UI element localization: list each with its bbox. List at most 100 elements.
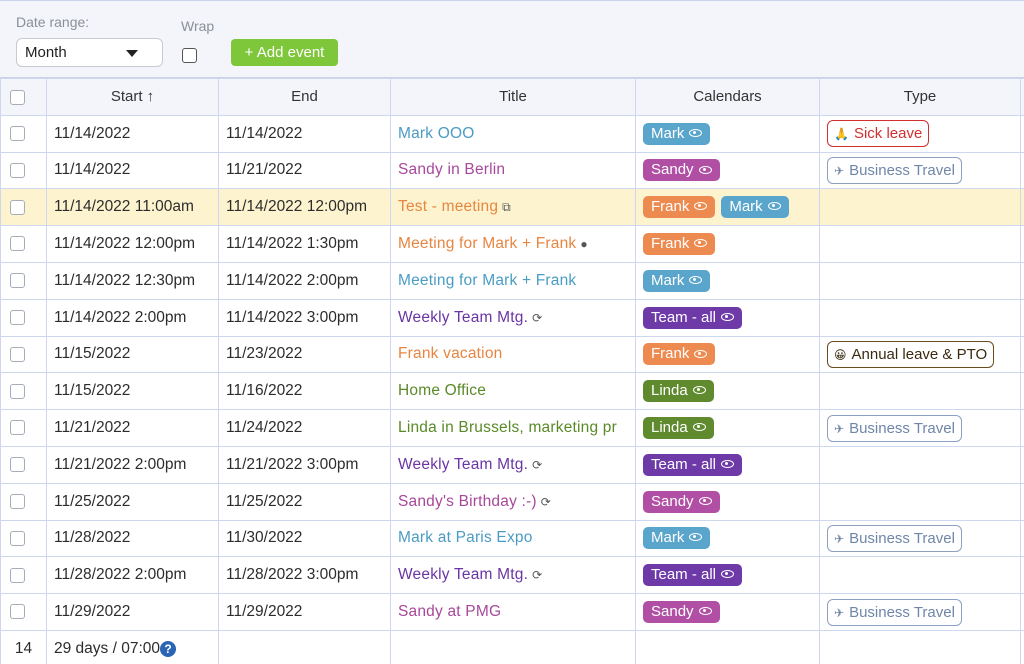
event-title-link[interactable]: Frank vacation — [398, 345, 502, 362]
table-row[interactable]: 11/29/2022 11/29/2022 Sandy at PMG Sandy ✈ Bu… — [0, 593, 1024, 631]
table-row[interactable]: 11/15/2022 11/23/2022 Frank vacation Frank 😀… — [0, 335, 1024, 374]
row-select-cell — [0, 409, 47, 447]
praying-hands-icon: 🙏 — [834, 127, 849, 142]
type-badge[interactable]: ✈ Business Travel — [827, 524, 962, 552]
calendar-badge-label: Linda — [651, 382, 688, 400]
event-title-link[interactable]: Weekly Team Mtg. — [398, 456, 528, 473]
end-cell: 11/14/2022 2:00pm — [218, 261, 391, 300]
eye-icon — [694, 349, 708, 358]
calendar-badge[interactable]: Mark — [643, 527, 711, 550]
calendar-badge[interactable]: Mark — [643, 122, 711, 145]
calendar-badge[interactable]: Team - all — [643, 564, 743, 587]
table-row[interactable]: 11/15/2022 11/16/2022 Home Office Linda — [0, 372, 1024, 411]
event-title-link[interactable]: Mark at Paris Expo — [398, 529, 533, 546]
event-title-link[interactable]: Mark OOO — [398, 125, 475, 142]
footer-row: 14 29 days / 07:00? — [0, 629, 1024, 664]
table-row[interactable]: 11/14/2022 12:30pm 11/14/2022 2:00pm Meeti… — [0, 261, 1024, 300]
type-cell — [819, 298, 1021, 337]
airplane-icon: ✈ — [834, 605, 845, 620]
event-title-link[interactable]: Sandy's Birthday :-) — [398, 493, 537, 510]
calendar-badge[interactable]: Sandy — [643, 159, 720, 182]
type-cell: ✈ Business Travel — [819, 151, 1021, 190]
row-checkbox[interactable] — [10, 383, 25, 399]
event-title-link[interactable]: Home Office — [398, 382, 486, 399]
table-row[interactable]: 11/28/2022 2:00pm 11/28/2022 3:00pm Weekly… — [0, 556, 1024, 595]
wrap-checkbox[interactable] — [182, 48, 197, 63]
extra-cell — [1020, 519, 1024, 558]
event-title-link[interactable]: Sandy in Berlin — [398, 161, 505, 178]
help-icon[interactable]: ? — [160, 640, 176, 657]
footer-summary: 29 days / 07:00 — [54, 639, 160, 657]
calendar-badge[interactable]: Mark — [721, 196, 789, 219]
table-row[interactable]: 11/14/2022 2:00pm 11/14/2022 3:00pm Weekly… — [0, 298, 1024, 337]
row-checkbox[interactable] — [10, 346, 25, 362]
row-checkbox[interactable] — [10, 162, 25, 178]
start-cell: 11/14/2022 2:00pm — [46, 298, 219, 337]
row-checkbox[interactable] — [10, 457, 25, 473]
table-row[interactable]: 11/21/2022 2:00pm 11/21/2022 3:00pm Weekly… — [0, 445, 1024, 484]
event-title-link[interactable]: Sandy at PMG — [398, 603, 501, 620]
column-header-calendars[interactable]: Calendars — [635, 78, 820, 116]
row-checkbox[interactable] — [10, 199, 25, 215]
extra-cell — [1020, 593, 1024, 631]
row-select-cell — [0, 151, 47, 190]
extra-cell — [1020, 482, 1024, 521]
column-header-start[interactable]: Start ↑ — [46, 78, 219, 116]
type-badge[interactable]: 🙏 Sick leave — [827, 120, 930, 148]
row-select-cell — [0, 188, 47, 227]
table-row[interactable]: 11/14/2022 11/21/2022 Sandy in Berlin Sandy… — [0, 151, 1024, 190]
calendar-badge[interactable]: Linda — [643, 417, 714, 440]
table-row[interactable]: 11/28/2022 11/30/2022 Mark at Paris Expo Ma… — [0, 519, 1024, 558]
eye-icon — [689, 275, 703, 284]
row-select-cell — [0, 593, 47, 631]
type-badge[interactable]: ✈ Business Travel — [827, 156, 962, 184]
row-checkbox[interactable] — [10, 236, 25, 252]
extra-cell — [1020, 261, 1024, 300]
row-select-cell — [0, 482, 47, 521]
table-row[interactable]: 11/21/2022 11/24/2022 Linda in Brussels, m… — [0, 409, 1024, 447]
add-event-button[interactable]: + Add event — [231, 39, 338, 66]
row-checkbox[interactable] — [10, 530, 25, 546]
date-range-select[interactable]: Month — [16, 38, 163, 67]
footer-empty — [1020, 629, 1024, 664]
event-title-link[interactable]: Weekly Team Mtg. — [398, 309, 528, 326]
type-badge[interactable]: 😀 Annual leave & PTO — [827, 340, 995, 368]
end-cell: 11/16/2022 — [218, 372, 391, 411]
table-row[interactable]: 11/14/2022 11/14/2022 Mark OOO Mark 🙏 Sick le… — [0, 114, 1024, 153]
select-all-checkbox[interactable] — [10, 89, 25, 105]
column-header-end[interactable]: End — [218, 78, 391, 116]
calendar-badge[interactable]: Sandy — [643, 490, 720, 513]
row-checkbox[interactable] — [10, 567, 25, 583]
row-checkbox[interactable] — [10, 310, 25, 326]
smiley-icon: 😀 — [834, 347, 847, 362]
calendar-badge[interactable]: Frank — [643, 196, 716, 219]
row-checkbox[interactable] — [10, 420, 25, 436]
start-cell: 11/15/2022 — [46, 372, 219, 411]
calendar-badge[interactable]: Frank — [643, 343, 716, 366]
row-checkbox[interactable] — [10, 273, 25, 289]
table-row[interactable]: 11/14/2022 12:00pm 11/14/2022 1:30pm Meeti… — [0, 225, 1024, 263]
calendar-badge[interactable]: Linda — [643, 380, 714, 403]
row-checkbox[interactable] — [10, 604, 25, 620]
type-badge[interactable]: ✈ Business Travel — [827, 414, 962, 442]
calendar-badge[interactable]: Mark — [643, 269, 711, 292]
event-title-link[interactable]: Meeting for Mark + Frank — [398, 272, 576, 289]
event-title-link[interactable]: Weekly Team Mtg. — [398, 566, 528, 583]
row-checkbox[interactable] — [10, 494, 25, 510]
table-row[interactable]: 11/25/2022 11/25/2022 Sandy's Birthday :-)… — [0, 482, 1024, 521]
table-row[interactable]: 11/14/2022 11:00am 11/14/2022 12:00pm Test… — [0, 188, 1024, 227]
calendar-badge[interactable]: Frank — [643, 233, 716, 256]
calendar-badge[interactable]: Sandy — [643, 601, 720, 624]
event-title-link[interactable]: Meeting for Mark + Frank — [398, 235, 576, 252]
eye-icon — [721, 459, 735, 468]
type-badge[interactable]: ✈ Business Travel — [827, 598, 962, 626]
row-checkbox[interactable] — [10, 126, 25, 142]
row-select-cell — [0, 261, 47, 300]
recurring-icon: ⟳ — [532, 457, 543, 472]
calendar-badge[interactable]: Team - all — [643, 306, 743, 329]
event-title-link[interactable]: Linda in Brussels, marketing pr — [398, 419, 617, 436]
column-header-title[interactable]: Title — [390, 78, 636, 116]
column-header-type[interactable]: Type — [819, 78, 1021, 116]
event-title-link[interactable]: Test - meeting — [398, 198, 498, 215]
calendar-badge[interactable]: Team - all — [643, 453, 743, 476]
